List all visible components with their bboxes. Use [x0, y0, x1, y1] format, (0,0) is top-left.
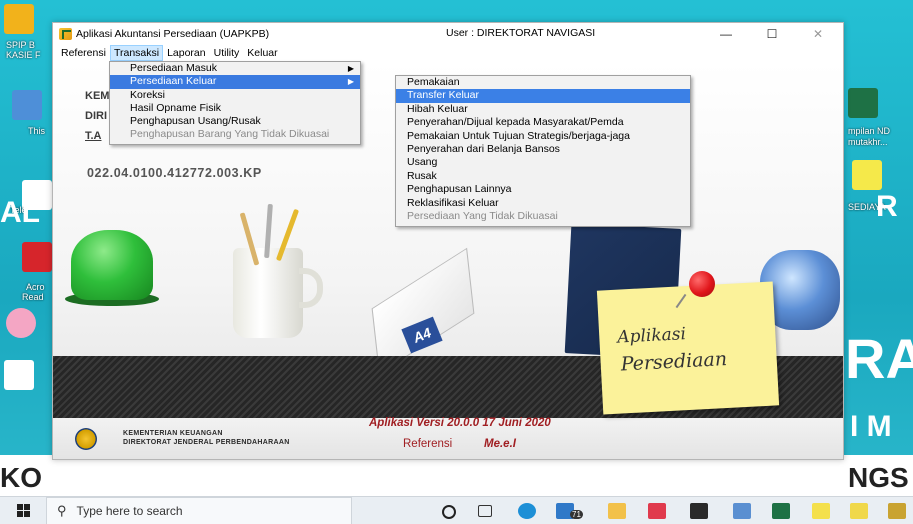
mail-badge: 71	[570, 510, 583, 519]
desktop-text-im: I M	[850, 410, 892, 443]
desktop-icon-this-pc[interactable]	[12, 90, 42, 120]
submenu-arrow-icon: ▶	[347, 64, 354, 73]
title-bar[interactable]: Aplikasi Akuntansi Persediaan (UAPKPB) U…	[53, 23, 843, 44]
push-pin-icon	[689, 271, 715, 297]
desktop-label-acrobat: Acro	[26, 282, 45, 292]
user-label: User : DIREKTORAT NAVIGASI	[446, 27, 596, 39]
menu-bar: Referensi Transaksi Laporan Utility Kelu…	[53, 44, 843, 62]
minimize-button[interactable]: —	[703, 23, 749, 44]
submenu-item-tidak-dikuasai: Persediaan Yang Tidak Dikuasai	[407, 209, 558, 222]
header-line-dir: DIRI	[85, 110, 107, 122]
desktop-icon-pink[interactable]	[6, 308, 36, 338]
excel-icon[interactable]	[848, 88, 878, 118]
persediaan-keluar-submenu: Pemakaian Transfer Keluar Hibah Keluar P…	[395, 75, 691, 227]
start-button[interactable]	[0, 497, 46, 524]
desktop-label-mutakhir: mutakhr...	[848, 137, 888, 147]
menu-item-penghapusan-tidak-dikuasai: Penghapusan Barang Yang Tidak Dikuasai	[130, 128, 330, 141]
mug-handle	[299, 268, 323, 308]
menu-transaksi[interactable]: Transaksi	[109, 45, 164, 61]
search-placeholder: Type here to search	[76, 503, 183, 518]
header-line-ta: T.A	[85, 130, 102, 142]
submenu-item-reklasifikasi-keluar[interactable]: Reklasifikasi Keluar	[396, 197, 690, 210]
desktop-icon-screenshot[interactable]	[4, 360, 34, 390]
file-explorer-icon[interactable]	[608, 503, 626, 519]
desktop-label-kompilan: mpilan ND	[848, 126, 891, 136]
kemenkeu-logo-icon	[75, 428, 97, 450]
sticky-line-1: Aplikasi	[616, 324, 687, 348]
submenu-item-penghapusan-lainnya[interactable]: Penghapusan Lainnya	[396, 183, 690, 196]
menu-item-koreksi[interactable]: Koreksi	[110, 89, 360, 102]
submenu-item-hibah-keluar[interactable]: Hibah Keluar	[396, 103, 690, 116]
task-view-icon[interactable]	[478, 505, 492, 517]
menu-laporan[interactable]: Laporan	[163, 45, 210, 61]
window-title: Aplikasi Akuntansi Persediaan (UAPKPB)	[76, 27, 270, 40]
submenu-item-pemakaian-strategis[interactable]: Pemakaian Untuk Tujuan Strategis/berjaga…	[396, 130, 690, 143]
submenu-item-penyerahan-bansos[interactable]: Penyerahan dari Belanja Bansos	[396, 143, 690, 156]
gift-icon[interactable]	[648, 503, 666, 519]
app-launcher-icon[interactable]	[733, 503, 751, 519]
excel-taskbar-icon[interactable]	[772, 503, 790, 519]
desktop-text-ra: RA	[845, 327, 913, 390]
menu-item-hasil-opname[interactable]: Hasil Opname Fisik	[110, 102, 360, 115]
desktop-label-reader: Read	[22, 292, 44, 302]
menu-keluar[interactable]: Keluar	[243, 45, 281, 61]
desktop-label-kasie: KASIE F	[6, 50, 41, 60]
referensi-label: Referensi	[403, 438, 453, 450]
edge-browser-icon[interactable]	[518, 503, 536, 519]
cortana-icon[interactable]	[442, 505, 456, 519]
kemenkeu-line-2: DIREKTORAT JENDERAL PERBENDAHARAAN	[123, 439, 290, 446]
menu-item-persediaan-keluar[interactable]: Persediaan Keluar ▶	[110, 75, 360, 89]
submenu-item-rusak[interactable]: Rusak	[396, 170, 690, 183]
desktop-icon-aplikasi-persediaan[interactable]	[852, 160, 882, 190]
satker-code: 022.04.0100.412772.003.KP	[87, 166, 262, 180]
referensi-value: Me.e.I	[484, 438, 516, 450]
submenu-arrow-icon: ▶	[347, 77, 354, 87]
pencil-mug-illustration	[233, 248, 303, 338]
sticky-note: Aplikasi Persediaan	[596, 281, 780, 415]
header-line-kem: KEM	[85, 90, 110, 102]
submenu-item-usang[interactable]: Usang	[396, 156, 690, 169]
kemenkeu-line-1: KEMENTERIAN KEUANGAN	[123, 430, 223, 437]
submenu-item-transfer-keluar[interactable]: Transfer Keluar	[396, 89, 690, 103]
desktop-text-al: AL	[0, 196, 40, 229]
transaksi-menu: Persediaan Masuk ▶ Persediaan Keluar ▶ K…	[109, 61, 361, 145]
close-button[interactable]: ✕	[795, 23, 841, 44]
stapler-illustration	[71, 230, 153, 300]
desktop-stripe	[0, 455, 913, 496]
desktop-icon-spip[interactable]	[4, 4, 34, 34]
submenu-item-penyerahan-masyarakat[interactable]: Penyerahan/Dijual kepada Masyarakat/Pemd…	[396, 116, 690, 129]
desktop-text-ko: KO	[0, 462, 42, 493]
store-icon[interactable]	[690, 503, 708, 519]
menu-utility[interactable]: Utility	[210, 45, 244, 61]
notification-icon[interactable]	[888, 503, 906, 519]
persediaan-taskbar-icon[interactable]	[812, 503, 830, 519]
menu-item-persediaan-masuk[interactable]: Persediaan Masuk ▶	[110, 62, 360, 75]
acrobat-reader-icon[interactable]	[22, 242, 52, 272]
app-logo-icon	[59, 27, 72, 40]
version-label: Aplikasi Versi 20.0.0 17 Juni 2020	[369, 417, 551, 429]
persediaan-taskbar-icon-2[interactable]	[850, 503, 868, 519]
maximize-button[interactable]: ☐	[749, 23, 795, 44]
taskbar-search[interactable]: ⚲ Type here to search	[46, 496, 352, 524]
menu-item-label: Persediaan Keluar	[130, 75, 217, 88]
search-icon: ⚲	[57, 502, 67, 518]
desktop-label-this-pc: This	[28, 126, 46, 136]
desktop-text-ngs: NGS	[848, 462, 909, 493]
desktop-text-r: R	[876, 190, 898, 223]
menu-referensi[interactable]: Referensi	[57, 45, 110, 61]
sticky-line-2: Persediaan	[620, 347, 728, 376]
submenu-item-pemakaian[interactable]: Pemakaian	[396, 76, 690, 89]
menu-item-penghapusan-usang[interactable]: Penghapusan Usang/Rusak	[110, 115, 360, 128]
windows-logo-icon	[16, 504, 30, 517]
desktop-label-spip: SPIP B	[6, 40, 35, 50]
menu-item-label: Persediaan Masuk	[130, 62, 217, 74]
